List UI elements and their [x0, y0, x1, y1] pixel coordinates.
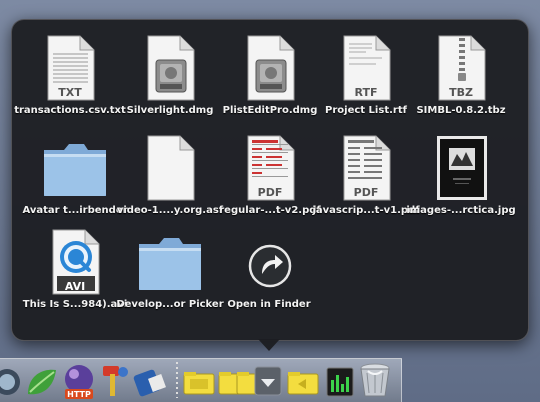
- avi-video-icon: AVI: [45, 228, 105, 298]
- file-type-badge: PDF: [257, 186, 283, 199]
- disk-image-icon: [140, 34, 200, 104]
- rtf-document-icon: RTF: [336, 34, 396, 104]
- file-type-badge: TXT: [58, 86, 82, 99]
- dock-separator: [176, 362, 178, 398]
- stack-item-silverlight-dmg[interactable]: Silverlight.dmg: [120, 34, 220, 134]
- stack-item-project-list-rtf[interactable]: RTF Project List.rtf: [316, 34, 416, 134]
- stack-folder-icon[interactable]: [182, 370, 216, 396]
- desktop: TXT transactions.csv.txt Silverlight.dmg: [0, 0, 540, 402]
- stack-item-regular-pdf[interactable]: PDF regular-...t-v2.pdf: [219, 134, 321, 234]
- trash-icon[interactable]: [357, 361, 393, 399]
- jpeg-image-icon: [431, 134, 491, 204]
- stack-expand-icon[interactable]: [254, 365, 282, 397]
- file-name: Silverlight.dmg: [126, 105, 214, 116]
- stack-item-video-asf[interactable]: video-1....y.org.asf: [117, 134, 223, 234]
- file-name: SIMBL-0.8.2.tbz: [416, 105, 506, 116]
- stack-item-simbl-tbz[interactable]: TBZ SIMBL-0.8.2.tbz: [411, 34, 511, 134]
- stack-item-avi-video[interactable]: AVI This Is S...984).avi: [23, 228, 127, 328]
- disk-image-icon: [240, 34, 300, 104]
- blank-document-icon: [140, 134, 200, 204]
- stack-item-transactions-txt[interactable]: TXT transactions.csv.txt: [14, 34, 126, 134]
- stack-grid-pointer: [258, 339, 280, 351]
- activity-monitor-icon[interactable]: [326, 366, 354, 398]
- file-name: Develop...or Picker: [116, 299, 224, 310]
- stack-item-avatar-folder[interactable]: Avatar t...irbender: [22, 134, 128, 234]
- hammer-icon[interactable]: [97, 362, 131, 398]
- open-in-finder-icon: [239, 228, 299, 298]
- stack-item-developer-folder[interactable]: Develop...or Picker: [116, 228, 224, 328]
- file-name: video-1....y.org.asf: [116, 205, 224, 216]
- file-type-badge: PDF: [353, 186, 379, 199]
- file-name: images-...rctica.jpg: [406, 205, 516, 216]
- file-type-badge: AVI: [64, 280, 86, 293]
- text-document-icon: TXT: [40, 34, 100, 104]
- leaf-icon[interactable]: [24, 366, 58, 398]
- file-name: transactions.csv.txt: [14, 105, 126, 116]
- stack-item-images-jpg[interactable]: images-...rctica.jpg: [406, 134, 516, 234]
- tool-icon[interactable]: [132, 366, 168, 400]
- folder-icon: [44, 134, 106, 204]
- svg-text:HTTP: HTTP: [67, 390, 91, 399]
- stack-folder-icon[interactable]: [286, 370, 320, 396]
- archive-icon: TBZ: [431, 34, 491, 104]
- stack-item-javascript-pdf[interactable]: PDF javascrip...t-v1.pdf: [312, 134, 420, 234]
- pdf-document-icon: PDF: [336, 134, 396, 204]
- folder-icon: [139, 228, 201, 298]
- open-in-finder-label: Open in Finder: [227, 299, 311, 310]
- open-in-finder-button[interactable]: Open in Finder: [219, 228, 319, 328]
- file-type-badge: TBZ: [449, 86, 473, 99]
- http-globe-icon[interactable]: HTTP: [61, 363, 97, 401]
- pdf-document-icon: PDF: [240, 134, 300, 204]
- file-type-badge: RTF: [354, 86, 378, 99]
- stack-item-plisteditpro-dmg[interactable]: PlistEditPro.dmg: [220, 34, 320, 134]
- quicktime-icon[interactable]: [0, 364, 22, 398]
